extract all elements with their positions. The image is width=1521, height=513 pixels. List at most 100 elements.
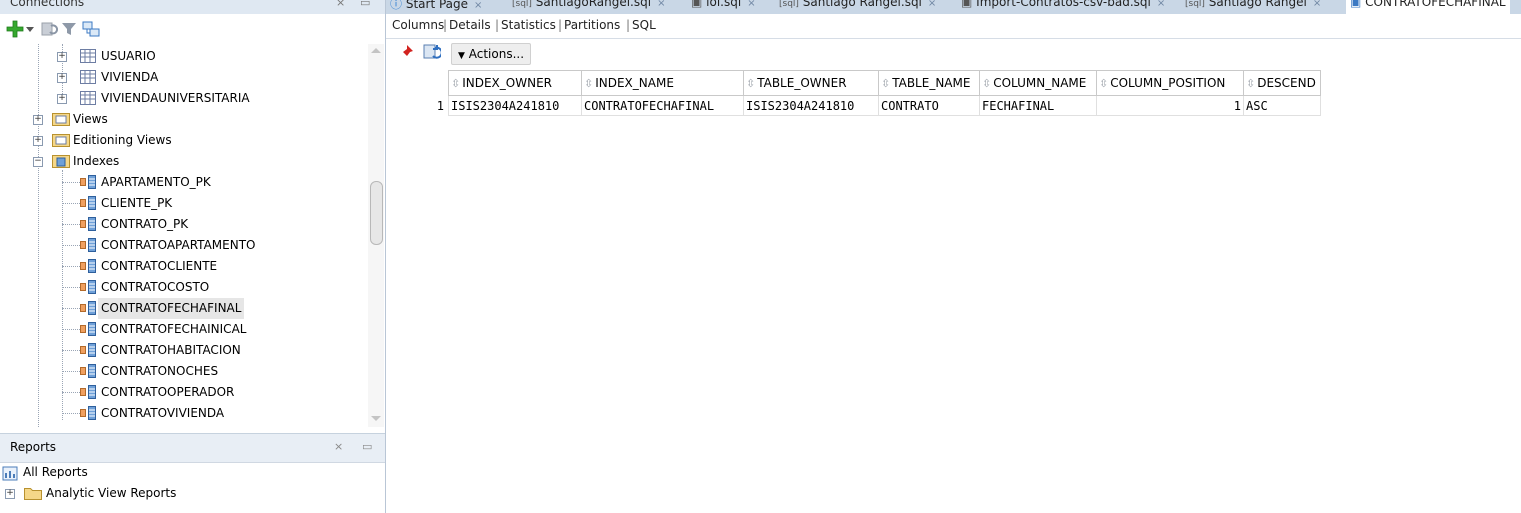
tab-statistics[interactable]: Statistics xyxy=(501,18,556,32)
sort-icon: ⇳ xyxy=(746,77,756,90)
close-panel-icon[interactable]: × xyxy=(336,0,345,9)
cell-index-name[interactable]: CONTRATOFECHAFINAL xyxy=(581,95,744,116)
column-header[interactable]: ⇳ COLUMN_NAME xyxy=(979,70,1097,96)
tree-connector xyxy=(62,308,80,309)
reports-tree: All Reports + Analytic View Reports xyxy=(0,462,385,513)
actions-button[interactable]: ▼ Actions... xyxy=(451,43,532,65)
cell-column-position[interactable]: 1 xyxy=(1096,95,1244,116)
tree-scrollbar[interactable] xyxy=(368,44,384,427)
expand-icon[interactable]: + xyxy=(57,94,67,104)
document-tabs: ⓘ Start Page × [sql] SantiagoRangel.sql × … xyxy=(386,0,1521,14)
index-icon xyxy=(80,259,96,273)
close-tab-icon[interactable]: × xyxy=(928,0,936,9)
close-tab-icon[interactable]: × xyxy=(657,0,665,9)
tree-label: CONTRATO_PK xyxy=(101,217,189,231)
tree-connector xyxy=(62,329,80,330)
worksheet-icon: ▣ xyxy=(961,0,973,9)
tab-label: Import-Contratos-csv-bad.sql xyxy=(976,0,1151,9)
scroll-up-icon[interactable] xyxy=(371,48,381,53)
refresh-icon[interactable] xyxy=(423,43,443,64)
column-header[interactable]: ⇳ TABLE_OWNER xyxy=(743,70,879,96)
pin-icon[interactable] xyxy=(398,44,414,63)
reports-icon xyxy=(2,465,18,481)
row-number-header xyxy=(390,70,449,96)
tree-label: VIVIENDAUNIVERSITARIA xyxy=(101,91,250,105)
filter-icon[interactable] xyxy=(61,20,77,38)
tab-import-contratos[interactable]: ▣ Import-Contratos-csv-bad.sql × xyxy=(961,0,1165,14)
tree-label: CONTRATOFECHAINICAL xyxy=(101,322,247,336)
tab-details[interactable]: Details xyxy=(449,18,491,32)
add-connection-icon[interactable] xyxy=(6,20,24,38)
reports-title: Reports xyxy=(10,440,57,454)
expand-icon[interactable]: + xyxy=(57,52,67,62)
cell-index-owner[interactable]: ISIS2304A241810 xyxy=(448,95,582,116)
expand-icon[interactable]: + xyxy=(5,489,15,499)
object-subtabs: Columns | Details | Statistics | Partiti… xyxy=(386,14,1521,39)
cell-descend[interactable]: ASC xyxy=(1243,95,1321,116)
columns-grid: ⇳ INDEX_OWNER ⇳ INDEX_NAME ⇳ TABLE_OWNER ⇳ T… xyxy=(390,70,1321,116)
close-tab-icon[interactable]: × xyxy=(474,0,482,11)
scroll-down-icon[interactable] xyxy=(371,416,381,421)
close-panel-icon[interactable]: × xyxy=(334,440,343,453)
cell-table-name[interactable]: CONTRATO xyxy=(878,95,980,116)
tree-label: USUARIO xyxy=(101,49,156,63)
tab-sql[interactable]: SQL xyxy=(632,18,656,32)
minimize-panel-icon[interactable]: ▭ xyxy=(362,440,372,453)
column-header[interactable]: ⇳ COLUMN_POSITION xyxy=(1096,70,1244,96)
tab-santiago-rangel-sql[interactable]: [sql] Santiago Rangel.sql × xyxy=(779,0,936,14)
tab-label: lol.sql xyxy=(706,0,742,9)
tree-label: CONTRATOAPARTAMENTO xyxy=(101,238,256,252)
tree-label: Indexes xyxy=(73,154,120,168)
connections-panel: Connections × ▭ + USUARIO + VIVIENDA + V… xyxy=(0,0,386,513)
index-icon xyxy=(80,238,96,252)
tree-label: CONTRATONOCHES xyxy=(101,364,219,378)
expand-icon[interactable]: + xyxy=(33,136,43,146)
table-icon xyxy=(80,70,96,84)
header-label: COLUMN_POSITION xyxy=(1110,76,1226,90)
schema-browser-icon[interactable] xyxy=(82,20,100,38)
expand-icon[interactable]: + xyxy=(33,115,43,125)
collapse-icon[interactable]: − xyxy=(33,157,43,167)
chevron-down-icon[interactable] xyxy=(26,20,34,38)
sort-icon: ⇳ xyxy=(1099,77,1109,90)
tab-lol-sql[interactable]: ▣ lol.sql × xyxy=(691,0,756,14)
index-icon xyxy=(80,217,96,231)
tree-connector xyxy=(62,392,80,393)
tab-label: CONTRATOFECHAFINAL xyxy=(1365,0,1506,9)
tree-label: CLIENTE_PK xyxy=(101,196,173,210)
expand-icon[interactable]: + xyxy=(57,73,67,83)
sort-icon: ⇳ xyxy=(881,77,891,90)
table-row[interactable]: 1 ISIS2304A241810 CONTRATOFECHAFINAL ISI… xyxy=(390,95,1321,116)
tree-label: CONTRATOVIVIENDA xyxy=(101,406,225,420)
sort-icon: ⇳ xyxy=(1246,77,1256,90)
column-header[interactable]: ⇳ TABLE_NAME xyxy=(878,70,980,96)
sql-file-icon: [sql] xyxy=(512,0,532,9)
tree-label: CONTRATOFECHAFINAL xyxy=(98,298,245,319)
minimize-panel-icon[interactable]: ▭ xyxy=(360,0,370,9)
tab-contratofechafinal[interactable]: ▣ CONTRATOFECHAFINAL xyxy=(1346,0,1510,14)
close-tab-icon[interactable]: × xyxy=(1313,0,1321,9)
tree-label: Editioning Views xyxy=(73,133,172,147)
refresh-icon[interactable] xyxy=(40,20,58,38)
folder-indexes-icon xyxy=(52,154,70,168)
tab-santiagorangel-sql[interactable]: [sql] SantiagoRangel.sql × xyxy=(512,0,665,14)
tab-columns[interactable]: Columns xyxy=(392,18,445,32)
tab-partitions[interactable]: Partitions xyxy=(564,18,620,32)
header-label: INDEX_NAME xyxy=(595,76,674,90)
scroll-thumb[interactable] xyxy=(370,181,383,245)
cell-table-owner[interactable]: ISIS2304A241810 xyxy=(743,95,879,116)
tree-connector xyxy=(62,287,80,288)
tab-santiago-rangel[interactable]: [sql] Santiago Rangel × xyxy=(1185,0,1321,14)
tab-label: SantiagoRangel.sql xyxy=(535,0,652,9)
column-header[interactable]: ⇳ INDEX_OWNER xyxy=(448,70,582,96)
tree-label: Analytic View Reports xyxy=(46,486,177,500)
tree-label: Views xyxy=(73,112,108,126)
actions-label: Actions... xyxy=(468,47,525,61)
close-tab-icon[interactable]: × xyxy=(747,0,755,9)
column-header[interactable]: ⇳ DESCEND xyxy=(1243,70,1321,96)
close-tab-icon[interactable]: × xyxy=(1157,0,1165,9)
tab-start-page[interactable]: ⓘ Start Page × xyxy=(390,0,482,14)
cell-column-name[interactable]: FECHAFINAL xyxy=(979,95,1097,116)
column-header[interactable]: ⇳ INDEX_NAME xyxy=(581,70,744,96)
index-icon xyxy=(80,364,96,378)
